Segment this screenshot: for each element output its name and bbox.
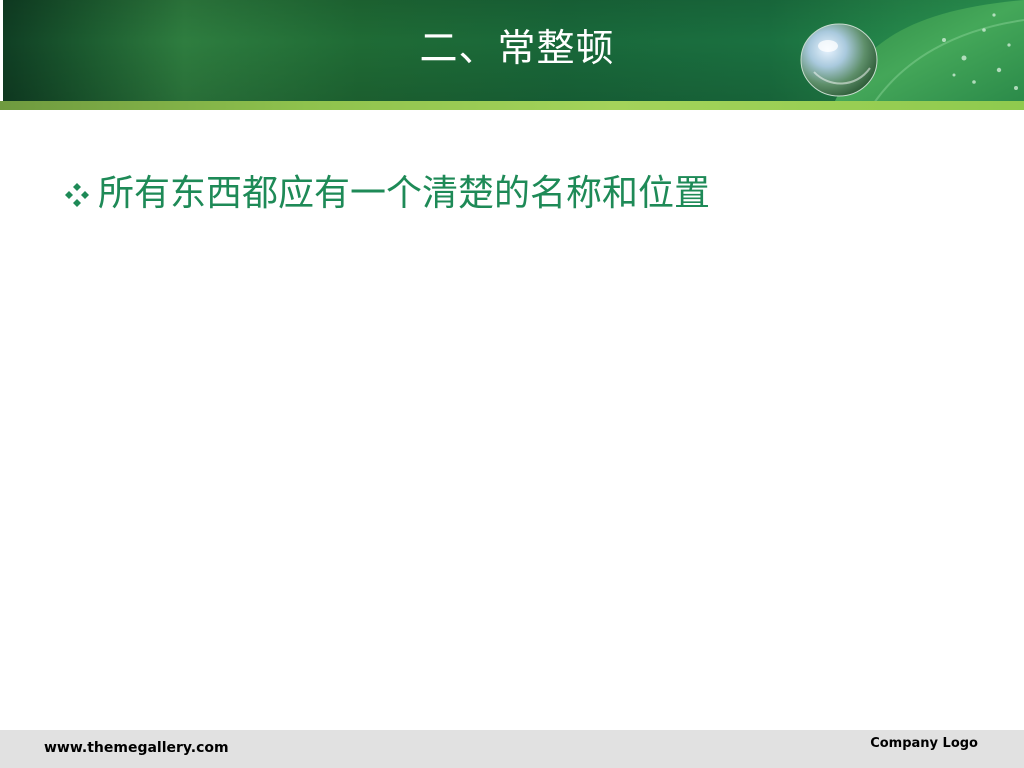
diamond-bullet-icon — [65, 183, 89, 207]
header-banner: 二、常整顿 — [0, 0, 1024, 103]
footer-bar: www.themegallery.com Company Logo — [0, 730, 1024, 768]
bullet-item: 所有东西都应有一个清楚的名称和位置 — [64, 172, 710, 216]
company-logo-text: Company Logo — [870, 736, 978, 751]
slide: 二、常整顿 所有东西都应有一个清楚的名称和位置 www.themegallery… — [0, 0, 1024, 768]
header-accent-strip — [0, 101, 1024, 110]
bullet-text: 所有东西都应有一个清楚的名称和位置 — [98, 173, 711, 214]
footer-url: www.themegallery.com — [44, 740, 229, 756]
slide-title: 二、常整顿 — [419, 26, 615, 70]
